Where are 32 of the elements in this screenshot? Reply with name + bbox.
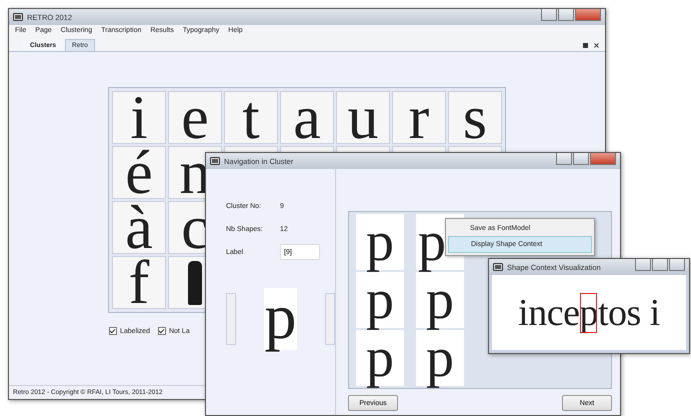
checkbox[interactable] [109, 327, 117, 335]
maximize-button[interactable] [558, 9, 574, 21]
glyph-tile[interactable]: à [112, 201, 166, 254]
glyph-tile[interactable]: é [112, 146, 166, 199]
maximize-button[interactable] [573, 153, 589, 165]
minimize-button[interactable] [541, 9, 557, 21]
shape-tile[interactable]: p [416, 330, 464, 386]
minimize-button[interactable] [556, 153, 572, 165]
glyph-tile[interactable]: i [112, 91, 166, 144]
close-icon[interactable] [594, 43, 599, 48]
close-button[interactable] [590, 153, 616, 165]
window-icon [493, 263, 503, 271]
glyph-tile[interactable]: e [168, 91, 222, 144]
close-button[interactable] [669, 259, 685, 271]
glyph-tile[interactable]: a [280, 91, 334, 144]
window-icon [13, 13, 23, 21]
shape-tile[interactable]: p [416, 272, 464, 328]
checkbox[interactable] [158, 327, 166, 335]
shape-tile[interactable]: p [356, 272, 404, 328]
shape-tile[interactable]: p [356, 330, 404, 386]
maximize-button[interactable] [652, 259, 668, 271]
window-icon [210, 157, 220, 165]
glyph-tile[interactable]: t [224, 91, 278, 144]
shape-tile[interactable]: p [356, 214, 404, 270]
glyph-tile[interactable]: f [112, 256, 166, 309]
ink-blot[interactable] [188, 260, 202, 304]
shape-preview: p [264, 288, 298, 350]
glyph-tile[interactable]: u [336, 91, 390, 144]
glyph-tile[interactable]: r [392, 91, 446, 144]
minimize-button[interactable] [635, 259, 651, 271]
close-button[interactable] [575, 9, 601, 21]
glyph-tile[interactable]: s [448, 91, 502, 144]
